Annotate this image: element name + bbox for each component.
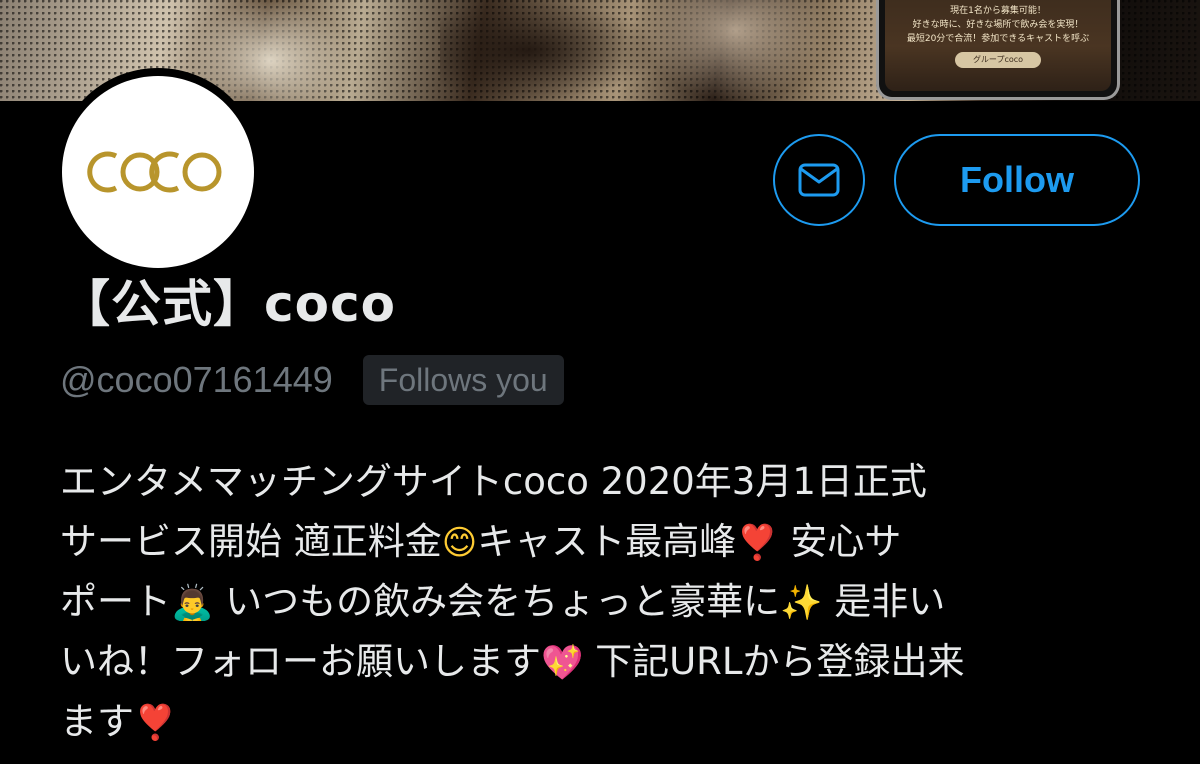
bio-text: ポート <box>60 580 171 623</box>
bio-text: 下記URLから登録出来 <box>583 640 965 683</box>
sparkles-icon: ✨ <box>780 583 823 623</box>
banner-art-shadow <box>440 0 660 101</box>
bio-text: キャスト最高峰 <box>477 520 737 563</box>
profile-bio: エンタメマッチングサイトcoco 2020年3月1日正式 サービス開始 適正料金… <box>60 452 1170 752</box>
bio-text: ます <box>60 700 134 743</box>
bio-line-4: いね！フォローお願いします💖 下記URLから登録出来 <box>60 632 1170 692</box>
bio-line-1: エンタメマッチングサイトcoco 2020年3月1日正式 <box>60 452 1170 512</box>
bio-text: 是非い <box>822 580 946 623</box>
bio-text: いね！フォローお願いします <box>60 640 541 683</box>
promo-line-1: 現在1名から募集可能！ <box>950 6 1046 16</box>
banner-art-highlight <box>640 0 830 101</box>
banner-phone-mockup: 現在1名から募集可能！ 好きな時に、好きな場所で飲み会を実現！ 最短20分で合流… <box>876 0 1120 100</box>
envelope-icon <box>798 163 840 197</box>
bio-text: エンタメマッチングサイトcoco 2020年3月1日正式 <box>60 460 927 503</box>
heart-exclamation-icon: ❣️ <box>134 703 177 743</box>
phone-screen: 現在1名から募集可能！ 好きな時に、好きな場所で飲み会を実現！ 最短20分で合流… <box>885 0 1111 91</box>
bio-line-2: サービス開始 適正料金😊キャスト最高峰❣️ 安心サ <box>60 512 1170 572</box>
bio-line-5: ます❣️ <box>60 692 1170 752</box>
heart-exclamation-icon: ❣️ <box>736 523 779 563</box>
promo-button: グループcoco <box>954 52 1042 68</box>
sparkling-heart-icon: 💖 <box>541 643 584 683</box>
promo-line-3: 最短20分で合流！参加できるキャストを呼ぶ <box>906 34 1090 44</box>
avatar-image <box>62 76 254 268</box>
promo-line-2: 好きな時に、好きな場所で飲み会を実現！ <box>912 20 1084 30</box>
user-handle: @coco07161449 <box>60 359 333 400</box>
bio-text: いつもの飲み会をちょっと豪華に <box>213 580 781 623</box>
bio-text: サービス開始 適正料金 <box>60 520 442 563</box>
profile-avatar[interactable] <box>54 68 262 276</box>
bio-text: 安心サ <box>778 520 902 563</box>
message-button[interactable] <box>773 134 865 226</box>
bio-line-3: ポート🙇‍♂️ いつもの飲み会をちょっと豪華に✨ 是非い <box>60 572 1170 632</box>
handle-row: @coco07161449 Follows you <box>60 353 564 407</box>
display-name: 【公式】coco <box>60 275 396 333</box>
coco-logo <box>87 151 222 193</box>
follows-you-badge: Follows you <box>362 355 564 405</box>
bowing-person-icon: 🙇‍♂️ <box>171 583 214 623</box>
smiling-face-icon: 😊 <box>441 523 478 563</box>
follow-button[interactable]: Follow <box>894 134 1140 226</box>
